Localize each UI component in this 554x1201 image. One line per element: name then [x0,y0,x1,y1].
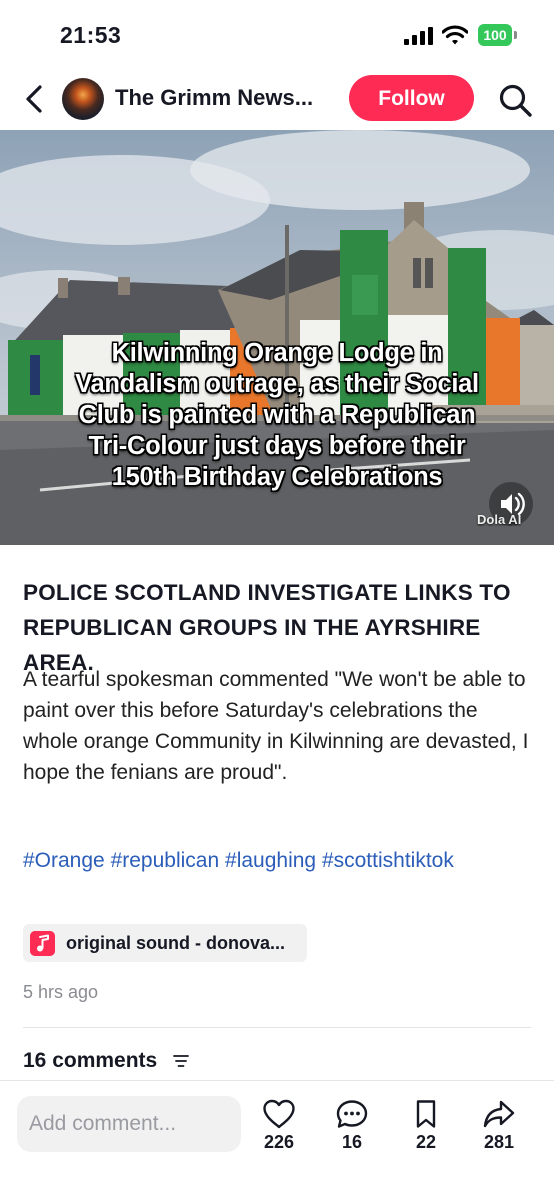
bookmark-icon [416,1100,436,1128]
music-note-icon [30,931,55,956]
watermark: Dola AI [477,512,522,527]
share-count: 281 [483,1132,515,1152]
comment-count: 16 [341,1132,363,1152]
like-count: 226 [263,1132,295,1152]
follow-button[interactable]: Follow [349,75,474,121]
hashtag-link[interactable]: #scottishtiktok [322,849,454,872]
cellular-signal-icon [404,27,433,45]
sound-label: original sound - donova... [66,933,285,953]
post-timestamp: 5 hrs ago [23,982,99,1002]
comment-icon [336,1100,368,1128]
battery-indicator: 100 [478,24,518,46]
share-button[interactable]: 281 [469,1099,529,1153]
caption-line: Club is painted with a Republican [78,401,476,429]
hashtag-link[interactable]: #Orange [23,849,105,872]
caption-line: 150th Birthday Celebrations [111,463,443,491]
hashtags: #Orange #republican #laughing #scottisht… [23,845,538,876]
sort-icon[interactable] [173,1054,189,1068]
caption-line: Vandalism outrage, as their Social [75,370,479,398]
comment-button[interactable]: 16 [322,1099,382,1153]
sound-chip[interactable]: original sound - donova... [23,924,307,962]
divider [23,1027,531,1028]
hashtag-link[interactable]: #laughing [225,849,316,872]
hashtag-link[interactable]: #republican [111,849,220,872]
caption-line: Tri-Colour just days before their [88,432,466,460]
save-button[interactable]: 22 [396,1099,456,1153]
channel-name[interactable]: The Grimm News... [115,85,313,111]
post-body: A tearful spokesman commented "We won't … [23,668,529,784]
wifi-icon [442,25,468,45]
caption-line: Kilwinning Orange Lodge in [111,339,443,367]
heart-icon [263,1099,295,1129]
video-caption: Kilwinning Orange Lodge in Vandalism out… [0,338,554,493]
status-bar: 21:53 100 [0,0,554,70]
like-button[interactable]: 226 [249,1099,309,1153]
comment-input[interactable] [17,1096,241,1152]
comments-heading: 16 comments [23,1049,158,1072]
share-icon [483,1100,515,1128]
battery-level: 100 [478,24,512,46]
post-header: The Grimm News... Follow [0,70,554,130]
back-chevron-icon[interactable] [18,82,52,116]
search-icon[interactable] [497,82,533,118]
post-image[interactable]: Kilwinning Orange Lodge in Vandalism out… [0,130,554,545]
status-time: 21:53 [60,22,122,48]
save-count: 22 [415,1132,437,1152]
bottom-action-bar: 226 16 22 281 [0,1080,554,1201]
battery-nub [514,31,517,39]
avatar[interactable] [62,78,104,120]
